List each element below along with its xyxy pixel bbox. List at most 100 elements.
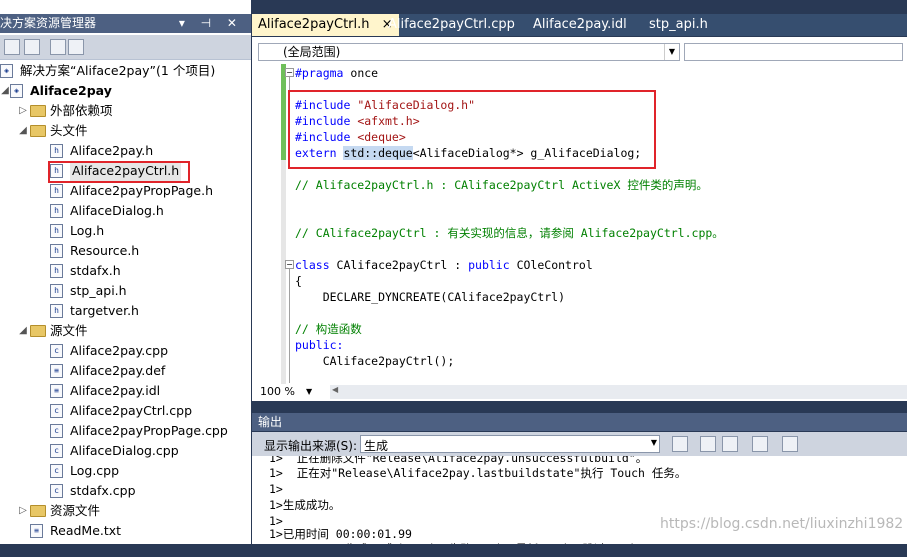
- collapse-icon[interactable]: ◢: [0, 81, 10, 101]
- collapse-icon[interactable]: ◢: [18, 321, 28, 341]
- tree-item[interactable]: h stdafx.h: [0, 261, 251, 281]
- cpp-file-icon: c: [50, 464, 63, 478]
- tree-item[interactable]: ≡ Aliface2pay.idl: [0, 381, 251, 401]
- code-line[interactable]: CAliface2payCtrl();: [295, 353, 455, 369]
- output-source-value: 生成: [364, 439, 389, 453]
- chevron-down-icon[interactable]: ▼: [306, 385, 312, 399]
- expand-icon[interactable]: ▷: [18, 101, 28, 121]
- horizontal-scrollbar[interactable]: ◀: [330, 385, 907, 399]
- tree-item[interactable]: c stdafx.cpp: [0, 481, 251, 501]
- keyword: public: [468, 258, 510, 272]
- txt-file-icon: ≡: [30, 524, 43, 538]
- tree-item[interactable]: ◢ 源文件: [0, 321, 251, 341]
- member-dropdown[interactable]: [684, 43, 903, 61]
- changed-line-marker: [281, 64, 286, 160]
- highlight-box: [48, 161, 190, 183]
- scroll-left-icon[interactable]: ◀: [332, 385, 338, 394]
- tab-aliface2payctrl-cpp[interactable]: Aliface2payCtrl.cpp: [388, 14, 515, 36]
- comment[interactable]: // Aliface2payCtrl.h : CAliface2payCtrl …: [295, 177, 708, 193]
- next-message-icon[interactable]: [722, 436, 738, 452]
- clear-all-icon[interactable]: [752, 436, 768, 452]
- zoom-combobox[interactable]: 100 % ▼: [258, 385, 330, 399]
- code-text: once: [343, 66, 379, 80]
- h-file-icon: h: [50, 144, 63, 158]
- tree-item-label: Aliface2payPropPage.h: [70, 183, 213, 198]
- comment[interactable]: // 构造函数: [295, 321, 362, 337]
- zoom-value: 100 %: [260, 385, 295, 398]
- scope-dropdown[interactable]: (全局范围) ▼: [258, 43, 680, 61]
- tree-item-label: 源文件: [50, 323, 88, 338]
- refresh-icon[interactable]: [50, 39, 66, 55]
- cpp-file-icon: c: [50, 424, 63, 438]
- folder-icon: [30, 505, 46, 517]
- tree-item[interactable]: c Aliface2pay.cpp: [0, 341, 251, 361]
- tree-item-label: Log.cpp: [70, 463, 120, 478]
- solution-explorer-title-bar: 决方案资源管理器 ▾ ⊣ ✕: [0, 14, 251, 33]
- prev-message-icon[interactable]: [700, 436, 716, 452]
- tree-item-label: Aliface2pay.h: [70, 143, 154, 158]
- tree-item-label: stdafx.cpp: [70, 483, 136, 498]
- output-line: 1>已用时间 00:00:01.99: [269, 527, 412, 541]
- tree-item[interactable]: h stp_api.h: [0, 281, 251, 301]
- collapse-icon[interactable]: −: [285, 68, 294, 77]
- output-title-bar: 输出: [252, 413, 907, 431]
- h-file-icon: h: [50, 204, 63, 218]
- tree-item-label: Log.h: [70, 223, 105, 238]
- tree-item-label: Resource.h: [70, 243, 140, 258]
- chevron-down-icon[interactable]: ▼: [651, 438, 657, 447]
- keyword[interactable]: public:: [295, 337, 343, 353]
- tree-item-label: Aliface2payPropPage.cpp: [70, 423, 228, 438]
- expand-icon[interactable]: ▷: [18, 501, 28, 521]
- tree-item[interactable]: ▷ 资源文件: [0, 501, 251, 521]
- chevron-down-icon[interactable]: ▼: [664, 44, 679, 60]
- tree-item[interactable]: c Log.cpp: [0, 461, 251, 481]
- folder-icon: [30, 105, 46, 117]
- tab-label: stp_api.h: [649, 17, 708, 32]
- tree-item[interactable]: h Aliface2payPropPage.h: [0, 181, 251, 201]
- tree-item[interactable]: h Resource.h: [0, 241, 251, 261]
- h-file-icon: h: [50, 304, 63, 318]
- h-file-icon: h: [50, 264, 63, 278]
- tree-item[interactable]: h targetver.h: [0, 301, 251, 321]
- tree-item[interactable]: h Aliface2pay.h: [0, 141, 251, 161]
- find-message-icon[interactable]: [672, 436, 688, 452]
- tree-item-label: Aliface2pay.cpp: [70, 343, 168, 358]
- tree-item[interactable]: c Aliface2payCtrl.cpp: [0, 401, 251, 421]
- show-all-files-icon[interactable]: [24, 39, 40, 55]
- collapse-icon[interactable]: ◢: [18, 121, 28, 141]
- tree-item[interactable]: h Log.h: [0, 221, 251, 241]
- tree-item[interactable]: ≡ Aliface2pay.def: [0, 361, 251, 381]
- outline-line: [289, 269, 290, 383]
- tree-item[interactable]: h AlifaceDialog.h: [0, 201, 251, 221]
- tree-item[interactable]: ◈ 解决方案“Alifacе2pay”(1 个项目): [0, 61, 251, 81]
- pin-icon[interactable]: ▾ ⊣ ✕: [179, 14, 243, 33]
- class-diagram-icon[interactable]: [68, 39, 84, 55]
- tab-aliface2payctrl-h[interactable]: Aliface2payCtrl.h ×: [252, 14, 399, 36]
- tree-item-label: targetver.h: [70, 303, 139, 318]
- solution-icon: ◈: [0, 64, 13, 78]
- tree-item[interactable]: c Aliface2payPropPage.cpp: [0, 421, 251, 441]
- tree-item[interactable]: c AlifaceDialog.cpp: [0, 441, 251, 461]
- code-line[interactable]: DECLARE_DYNCREATE(CAliface2payCtrl): [295, 289, 565, 305]
- code-line[interactable]: #pragma once: [295, 65, 378, 81]
- tab-aliface2pay-idl[interactable]: Aliface2pay.idl: [533, 14, 627, 36]
- code-line[interactable]: {: [295, 273, 302, 289]
- tree-item[interactable]: ◢ 头文件: [0, 121, 251, 141]
- tree-item-label: 头文件: [50, 123, 88, 138]
- comment[interactable]: // CAliface2payCtrl : 有关实现的信息，请参阅 Alifac…: [295, 225, 724, 241]
- tree-item-label: Aliface2pay: [30, 83, 112, 98]
- watermark: https://blog.csdn.net/liuxinzhi1982: [660, 516, 904, 532]
- h-file-icon: h: [50, 184, 63, 198]
- project-icon: ◈: [10, 84, 23, 98]
- collapse-icon[interactable]: −: [285, 260, 294, 269]
- tree-item[interactable]: ≡ ReadMe.txt: [0, 521, 251, 541]
- folder-icon: [30, 125, 46, 137]
- cpp-file-icon: c: [50, 484, 63, 498]
- tab-stp-api-h[interactable]: stp_api.h: [649, 14, 708, 36]
- properties-icon[interactable]: [4, 39, 20, 55]
- tree-item[interactable]: ▷ 外部依赖项: [0, 101, 251, 121]
- output-source-dropdown[interactable]: 生成 ▼: [360, 435, 660, 453]
- code-line[interactable]: class CAliface2payCtrl : public COleCont…: [295, 257, 593, 273]
- tree-item[interactable]: ◢ ◈ Aliface2pay: [0, 81, 251, 101]
- word-wrap-icon[interactable]: [782, 436, 798, 452]
